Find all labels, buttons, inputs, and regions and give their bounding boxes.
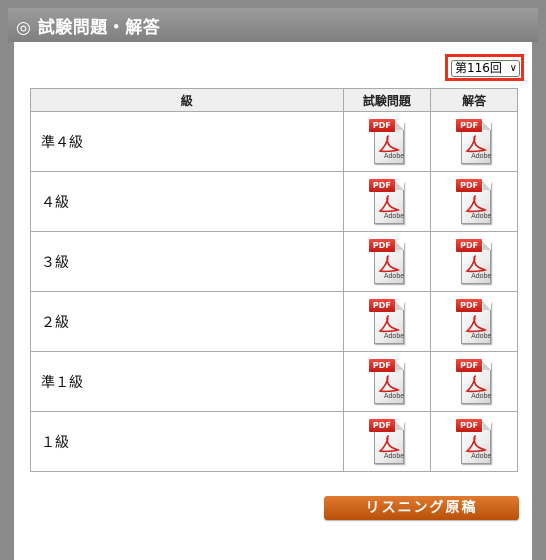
adobe-brand-label: Adobe [383,332,405,340]
questions-pdf-icon[interactable]: PDF Adobe [368,298,405,345]
grade-cell: 準４級 [30,111,344,172]
questions-cell: PDF Adobe [342,351,432,412]
answers-cell: PDF Adobe [430,351,518,412]
pdf-tag-label: PDF [456,238,483,252]
questions-pdf-icon[interactable]: PDF Adobe [368,238,405,285]
adobe-brand-label: Adobe [471,152,492,160]
grade-column-header: 級 [30,88,344,112]
grade-cell: ２級 [30,291,344,352]
pdf-tag-label: PDF [368,118,395,132]
section-title: ◎ 試験問題・解答 [16,18,161,38]
session-select-value: 第116回 [455,61,502,75]
answers-pdf-icon[interactable]: PDF Adobe [456,238,492,285]
table-header-row: 級 試験問題 解答 [30,88,518,112]
chevron-down-icon: ∨ [509,63,517,74]
listening-script-button[interactable]: リスニング原稿 [324,496,519,520]
session-select-highlight: 第116回 ∨ [445,54,524,81]
pdf-page-fold [483,241,492,250]
acrobat-logo-icon [465,374,488,392]
table-row: 準４級 PDF Adobe PDF Adobe [30,111,518,172]
answers-cell: PDF Adobe [430,111,518,172]
acrobat-logo-icon [465,254,488,272]
pdf-tag-label: PDF [368,178,395,192]
table-row: １級 PDF Adobe PDF Adobe [30,411,518,472]
adobe-brand-label: Adobe [471,272,492,280]
pdf-tag-label: PDF [456,118,483,132]
questions-pdf-icon[interactable]: PDF Adobe [368,358,405,405]
adobe-brand-label: Adobe [471,392,492,400]
table-row: ３級 PDF Adobe PDF Adobe [30,231,518,292]
answers-column-header: 解答 [430,88,518,112]
pdf-page-fold [483,121,492,130]
acrobat-logo-icon [378,314,400,332]
acrobat-logo-icon [378,374,400,392]
questions-pdf-icon[interactable]: PDF Adobe [368,418,405,465]
adobe-brand-label: Adobe [471,212,492,220]
grade-cell: 準１級 [30,351,344,412]
questions-cell: PDF Adobe [342,231,432,292]
pdf-page-fold [395,121,404,130]
grade-cell: ４級 [30,171,344,232]
pdf-page-fold [483,181,492,190]
questions-pdf-icon[interactable]: PDF Adobe [368,118,405,165]
questions-column-header: 試験問題 [342,88,432,112]
adobe-brand-label: Adobe [383,272,405,280]
answers-cell: PDF Adobe [430,411,518,472]
pdf-page-fold [395,361,404,370]
pdf-tag-label: PDF [368,418,395,432]
acrobat-logo-icon [378,254,400,272]
section-header: ◎ 試験問題・解答 [8,8,538,42]
acrobat-logo-icon [465,194,488,212]
pdf-tag-label: PDF [456,298,483,312]
adobe-brand-label: Adobe [383,452,405,460]
exam-table: 級 試験問題 解答 準４級 PDF Adobe PDF Adobe ４級 PDF Adobe P… [30,88,518,472]
adobe-brand-label: Adobe [383,152,405,160]
answers-cell: PDF Adobe [430,291,518,352]
pdf-tag-label: PDF [456,358,483,372]
questions-cell: PDF Adobe [342,111,432,172]
adobe-brand-label: Adobe [471,332,492,340]
adobe-brand-label: Adobe [383,392,405,400]
questions-pdf-icon[interactable]: PDF Adobe [368,178,405,225]
answers-pdf-icon[interactable]: PDF Adobe [456,298,492,345]
grade-cell: ３級 [30,231,344,292]
questions-cell: PDF Adobe [342,291,432,352]
table-row: ２級 PDF Adobe PDF Adobe [30,291,518,352]
acrobat-logo-icon [378,434,400,452]
acrobat-logo-icon [465,434,488,452]
table-row: 準１級 PDF Adobe PDF Adobe [30,351,518,412]
pdf-page-fold [395,421,404,430]
page-frame: ◎ 試験問題・解答 第116回 ∨ 級 試験問題 解答 準４級 PDF Adobe P… [0,0,546,560]
answers-cell: PDF Adobe [430,171,518,232]
answers-pdf-icon[interactable]: PDF Adobe [456,118,492,165]
answers-pdf-icon[interactable]: PDF Adobe [456,418,492,465]
answers-pdf-icon[interactable]: PDF Adobe [456,178,492,225]
adobe-brand-label: Adobe [471,452,492,460]
pdf-page-fold [483,421,492,430]
session-select[interactable]: 第116回 ∨ [451,60,520,77]
pdf-tag-label: PDF [368,238,395,252]
pdf-tag-label: PDF [456,418,483,432]
acrobat-logo-icon [378,134,400,152]
pdf-tag-label: PDF [368,298,395,312]
pdf-page-fold [483,301,492,310]
content-panel: 第116回 ∨ 級 試験問題 解答 準４級 PDF Adobe PDF Adobe ４級 P… [14,42,532,560]
pdf-page-fold [483,361,492,370]
adobe-brand-label: Adobe [383,212,405,220]
pdf-page-fold [395,181,404,190]
acrobat-logo-icon [465,314,488,332]
pdf-tag-label: PDF [456,178,483,192]
questions-cell: PDF Adobe [342,411,432,472]
pdf-tag-label: PDF [368,358,395,372]
pdf-page-fold [395,301,404,310]
acrobat-logo-icon [378,194,400,212]
answers-pdf-icon[interactable]: PDF Adobe [456,358,492,405]
grade-cell: １級 [30,411,344,472]
pdf-page-fold [395,241,404,250]
acrobat-logo-icon [465,134,488,152]
questions-cell: PDF Adobe [342,171,432,232]
answers-cell: PDF Adobe [430,231,518,292]
table-row: ４級 PDF Adobe PDF Adobe [30,171,518,232]
